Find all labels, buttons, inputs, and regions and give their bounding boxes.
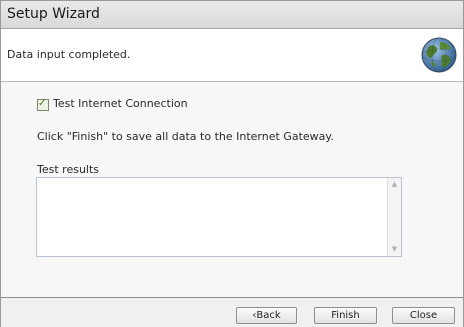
wizard-footer: ‹Back Finish Close (1, 297, 463, 327)
globe-icon (421, 37, 457, 73)
header-subtitle: Data input completed. (7, 48, 131, 61)
close-button[interactable]: Close (392, 307, 455, 324)
title-bar: Setup Wizard (1, 1, 463, 29)
test-connection-checkbox[interactable]: ✓ (37, 98, 49, 111)
window-title: Setup Wizard (7, 6, 100, 22)
test-results-textarea[interactable] (36, 177, 402, 257)
finish-button[interactable]: Finish (314, 307, 377, 324)
setup-wizard-window: Setup Wizard Data input completed. ✓ Tes… (0, 0, 464, 327)
instructions-text: Click "Finish" to save all data to the I… (37, 130, 334, 143)
wizard-content: ✓ Test Internet Connection Click "Finish… (1, 82, 463, 295)
test-connection-label[interactable]: Test Internet Connection (53, 97, 188, 110)
back-button[interactable]: ‹Back (236, 307, 297, 324)
scroll-up-icon[interactable]: ▲ (390, 180, 399, 189)
wizard-header: Data input completed. (1, 29, 463, 82)
test-results-label: Test results (37, 163, 100, 176)
checkmark-icon: ✓ (38, 98, 47, 109)
scroll-down-icon[interactable]: ▼ (390, 245, 399, 254)
results-scrollbar[interactable]: ▲ ▼ (387, 178, 401, 256)
